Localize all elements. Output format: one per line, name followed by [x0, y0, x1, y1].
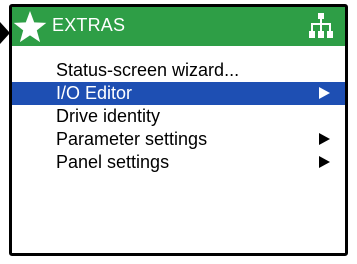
menu-item-label: Status-screen wizard... — [56, 60, 240, 80]
screen-header: EXTRAS — [12, 7, 345, 46]
display-panel: EXTRAS Status-screen wizard... I/O Edito… — [9, 4, 348, 256]
menu-item-drive-identity[interactable]: Drive identity — [12, 105, 345, 128]
menu-item-panel-settings[interactable]: Panel settings — [12, 151, 345, 174]
menu-item-label: I/O Editor — [56, 83, 133, 103]
submenu-arrow-icon — [319, 133, 330, 145]
submenu-arrow-icon — [319, 87, 330, 99]
menu-item-parameter-settings[interactable]: Parameter settings — [12, 128, 345, 151]
extras-menu: Status-screen wizard... I/O Editor Drive… — [12, 59, 345, 174]
menu-item-io-editor[interactable]: I/O Editor — [12, 82, 345, 105]
tree-structure-icon[interactable] — [309, 13, 333, 39]
menu-item-label: Parameter settings — [56, 129, 208, 149]
star-icon — [13, 11, 47, 43]
menu-item-label: Drive identity — [56, 106, 161, 126]
menu-item-status-screen-wizard[interactable]: Status-screen wizard... — [12, 59, 345, 82]
submenu-arrow-icon — [319, 156, 330, 168]
screen-title: EXTRAS — [52, 15, 126, 35]
menu-item-label: Panel settings — [56, 152, 170, 172]
